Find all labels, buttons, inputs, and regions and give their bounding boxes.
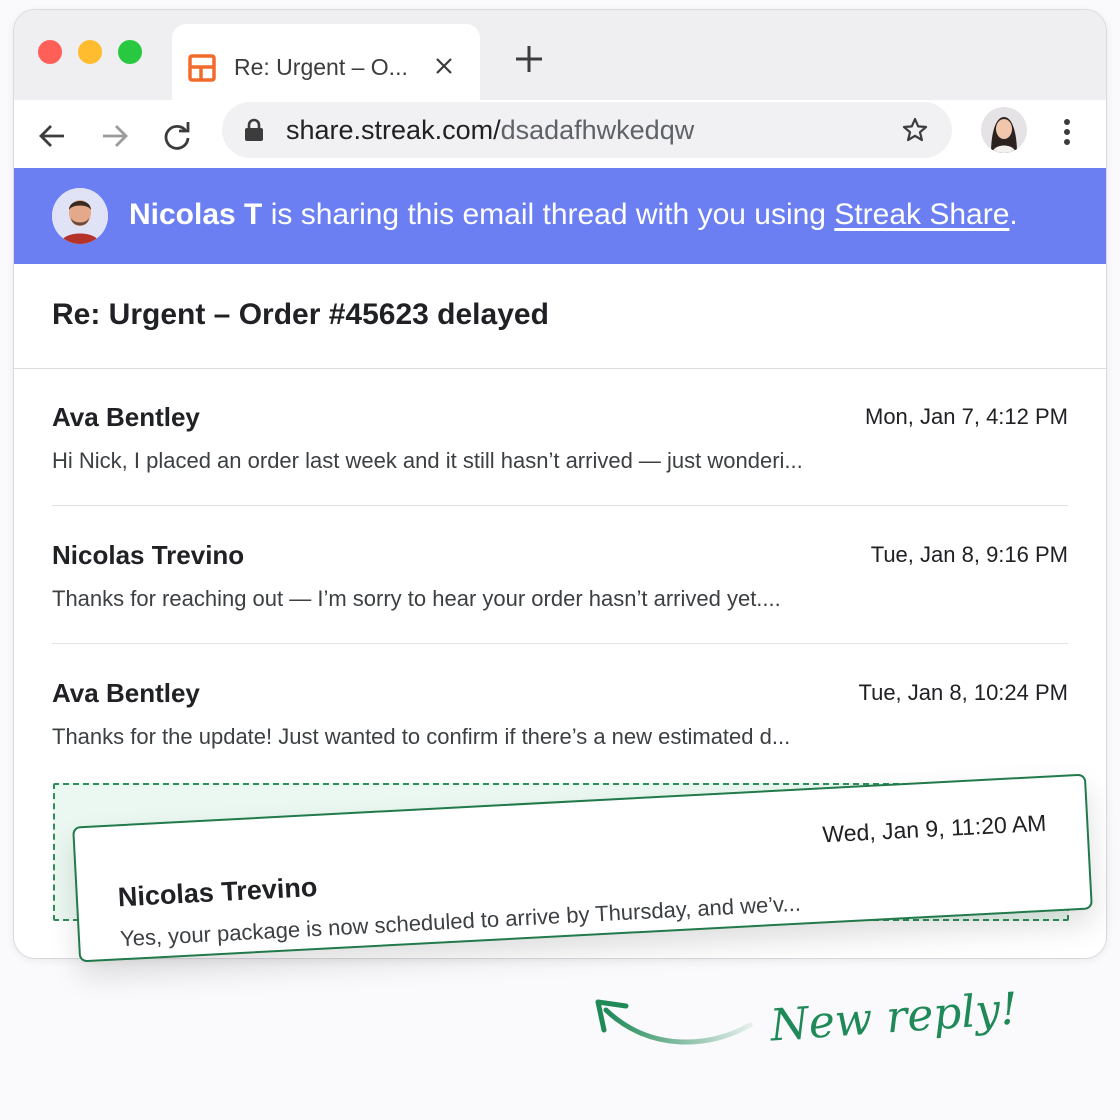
thread-message[interactable]: Ava Bentley Mon, Jan 7, 4:12 PM Hi Nick,… bbox=[52, 402, 1068, 522]
streak-share-link[interactable]: Streak Share bbox=[834, 198, 1009, 231]
message-sender: Ava Bentley bbox=[52, 678, 200, 708]
lock-icon bbox=[244, 118, 264, 147]
message-sender: Nicolas Trevino bbox=[52, 540, 245, 570]
active-tab[interactable]: Re: Urgent – O... bbox=[172, 24, 480, 102]
url-text: share.streak.com/dsadafhwkedqw bbox=[286, 115, 695, 145]
tab-title: Re: Urgent – O... bbox=[234, 54, 408, 80]
message-date: Mon, Jan 7, 4:12 PM bbox=[865, 404, 1068, 429]
star-icon[interactable] bbox=[902, 117, 928, 148]
thread-message[interactable]: Nicolas Trevino Tue, Jan 8, 9:16 PM Than… bbox=[52, 540, 1068, 660]
message-date: Wed, Jan 9, 11:20 AM bbox=[821, 809, 1047, 848]
sharer-avatar bbox=[52, 188, 108, 244]
new-reply-annotation: New reply! bbox=[768, 983, 1020, 1052]
thread-subject: Re: Urgent – Order #45623 delayed bbox=[52, 298, 549, 331]
kebab-menu-icon[interactable] bbox=[1062, 118, 1072, 151]
message-date: Tue, Jan 8, 9:16 PM bbox=[870, 542, 1068, 567]
close-window-button[interactable] bbox=[38, 40, 62, 64]
curved-arrow-icon bbox=[590, 990, 760, 1065]
sharer-name: Nicolas T bbox=[129, 198, 263, 231]
profile-avatar[interactable] bbox=[981, 107, 1027, 153]
browser-toolbar: share.streak.com/dsadafhwkedqw bbox=[14, 100, 1106, 168]
divider bbox=[52, 505, 1068, 506]
thread-message[interactable]: Ava Bentley Tue, Jan 8, 10:24 PM Thanks … bbox=[52, 678, 1068, 798]
message-preview: Thanks for the update! Just wanted to co… bbox=[52, 724, 791, 749]
forward-icon[interactable] bbox=[101, 122, 129, 155]
message-date: Tue, Jan 8, 10:24 PM bbox=[858, 680, 1068, 705]
share-banner: Nicolas T is sharing this email thread w… bbox=[14, 168, 1106, 264]
message-sender: Nicolas Trevino bbox=[117, 871, 318, 913]
close-icon[interactable] bbox=[434, 56, 454, 81]
streak-tab-icon bbox=[188, 54, 216, 87]
share-banner-text: Nicolas T is sharing this email thread w… bbox=[129, 198, 1018, 231]
divider bbox=[52, 643, 1068, 644]
tab-strip: Re: Urgent – O... bbox=[14, 10, 1106, 102]
message-preview: Hi Nick, I placed an order last week and… bbox=[52, 448, 803, 473]
back-icon[interactable] bbox=[38, 122, 66, 155]
plus-icon[interactable] bbox=[514, 44, 544, 79]
divider bbox=[14, 368, 1106, 369]
message-preview: Thanks for reaching out — I’m sorry to h… bbox=[52, 586, 781, 611]
maximize-window-button[interactable] bbox=[118, 40, 142, 64]
minimize-window-button[interactable] bbox=[78, 40, 102, 64]
message-sender: Ava Bentley bbox=[52, 402, 200, 432]
address-bar[interactable]: share.streak.com/dsadafhwkedqw bbox=[222, 102, 952, 158]
reload-icon[interactable] bbox=[163, 122, 191, 155]
